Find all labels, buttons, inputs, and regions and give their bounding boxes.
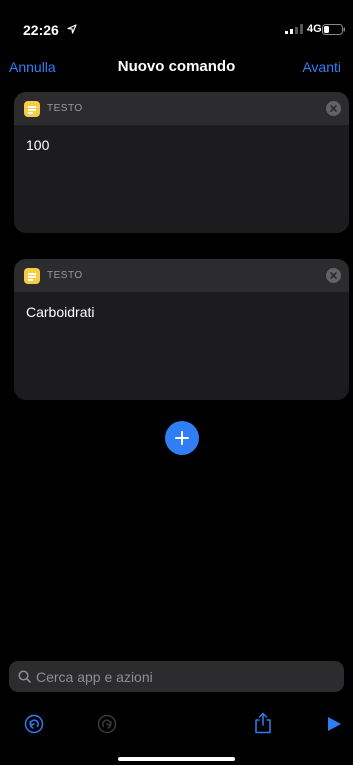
action-type-label: TESTO [47,270,83,281]
navigation-bar: Annulla Nuovo comando Avanti [0,54,353,80]
action-text-value[interactable]: Carboidrati [26,304,94,320]
close-icon[interactable] [326,268,341,283]
action-header: TESTO [14,92,349,125]
text-note-icon [24,101,40,117]
next-button[interactable]: Avanti [302,59,341,75]
bottom-toolbar [0,705,353,745]
text-note-icon [24,268,40,284]
action-type-label: TESTO [47,103,83,114]
location-arrow-icon [67,24,77,34]
search-bar[interactable] [9,661,344,692]
plus-icon [175,431,189,445]
close-icon[interactable] [326,101,341,116]
play-icon[interactable] [326,716,342,732]
page-title: Nuovo comando [117,58,236,75]
undo-icon[interactable] [24,714,44,734]
signal-icon [285,24,303,34]
text-action-card[interactable]: TESTO Carboidrati [14,259,349,400]
text-action-card[interactable]: TESTO 100 [14,92,349,233]
action-text-value[interactable]: 100 [26,137,49,153]
battery-icon [322,24,345,35]
add-action-button[interactable] [165,421,199,455]
search-input[interactable] [36,661,326,692]
status-bar: 22:26 4G [0,0,353,44]
redo-icon[interactable] [97,714,117,734]
status-time: 22:26 [23,22,59,38]
home-indicator [118,757,235,761]
share-icon[interactable] [254,712,272,734]
action-header: TESTO [14,259,349,292]
search-icon [18,670,31,683]
network-type: 4G [307,23,322,35]
